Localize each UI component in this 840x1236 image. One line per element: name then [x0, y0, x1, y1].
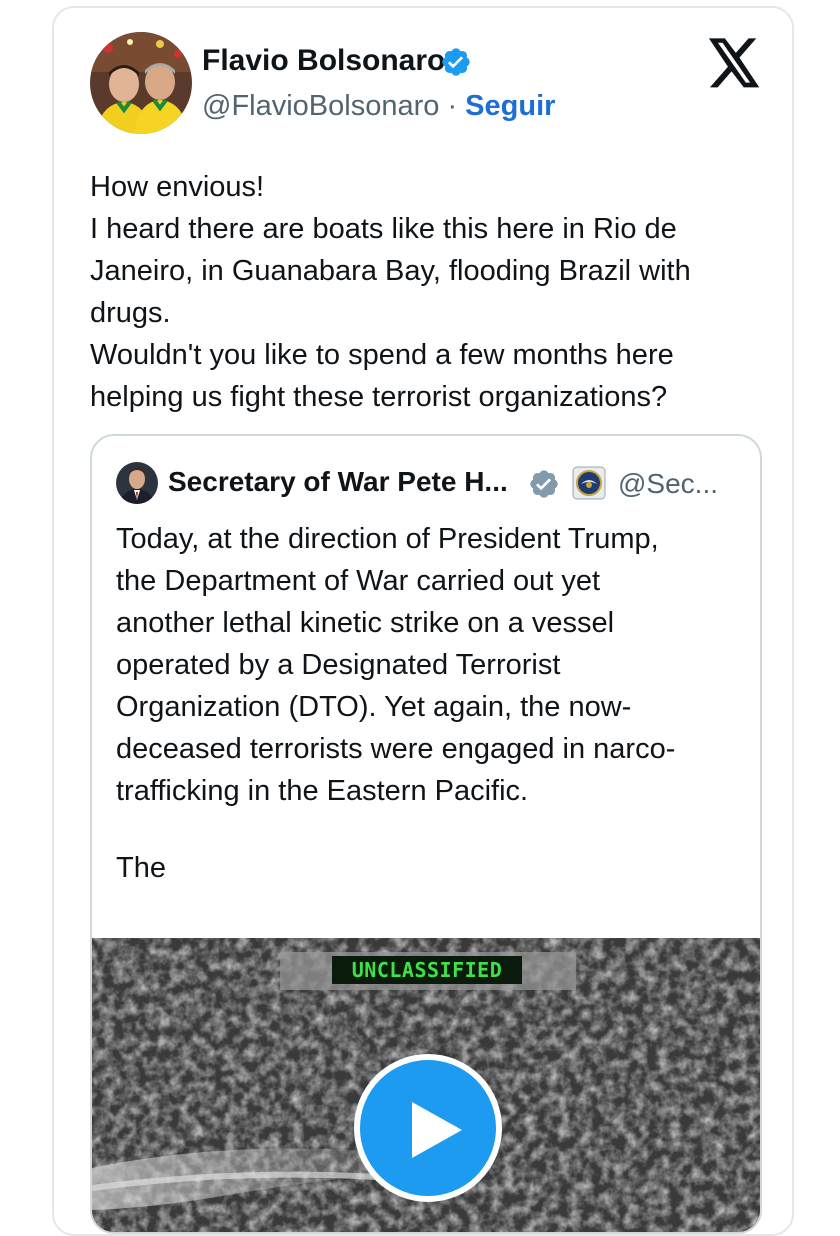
quoted-text-line: deceased terrorists were engaged in narc…: [116, 733, 676, 765]
tweet-text-line: helping us fight these terrorist organiz…: [90, 381, 668, 413]
follow-button[interactable]: Seguir: [465, 90, 555, 122]
play-icon: [412, 1102, 462, 1158]
author-avatar[interactable]: [90, 32, 192, 134]
tweet-text: How envious! I heard there are boats lik…: [90, 166, 770, 418]
tweet-embed-card: Flavio Bolsonaro @FlavioBolsonaro · Segu…: [52, 6, 794, 1236]
verified-badge-icon: [442, 48, 470, 76]
quoted-text-line: the Department of War carried out yet: [116, 565, 601, 597]
tweet-text-line: Janeiro, in Guanabara Bay, flooding Braz…: [90, 255, 691, 287]
tweet-text-line: How envious!: [90, 171, 265, 203]
play-button[interactable]: [354, 1054, 502, 1202]
department-seal-icon: [572, 466, 606, 500]
tweet-text-line: drugs.: [90, 297, 171, 329]
separator-dot: ·: [439, 90, 466, 122]
classification-label: UNCLASSIFIED: [332, 956, 522, 984]
quoted-text-line: operated by a Designated Terrorist: [116, 649, 561, 681]
quoted-text-line: another lethal kinetic strike on a vesse…: [116, 607, 615, 639]
quoted-text-line: Organization (DTO). Yet again, the now-: [116, 691, 632, 723]
quoted-author-avatar: [116, 462, 158, 504]
quoted-text-line: Today, at the direction of President Tru…: [116, 523, 659, 555]
quoted-truncated-text: The: [116, 852, 166, 884]
author-handle[interactable]: @FlavioBolsonaro: [202, 90, 439, 122]
quoted-author-handle: @Sec...: [618, 468, 719, 499]
video-thumbnail[interactable]: UNCLASSIFIED: [92, 938, 760, 1232]
author-handle-row: @FlavioBolsonaro · Seguir: [202, 90, 555, 123]
x-logo-icon[interactable]: [706, 38, 762, 90]
quoted-author-name: Secretary of War Pete H...: [168, 466, 508, 497]
verified-badge-icon: [530, 470, 558, 498]
tweet-text-line: Wouldn't you like to spend a few months …: [90, 339, 674, 371]
quoted-tweet[interactable]: Secretary of War Pete H... @Sec... Today…: [90, 434, 762, 1234]
quoted-text-line: trafficking in the Eastern Pacific.: [116, 775, 529, 807]
tweet-text-line: I heard there are boats like this here i…: [90, 213, 677, 245]
author-name[interactable]: Flavio Bolsonaro: [202, 44, 445, 78]
quoted-tweet-text: Today, at the direction of President Tru…: [116, 518, 746, 812]
